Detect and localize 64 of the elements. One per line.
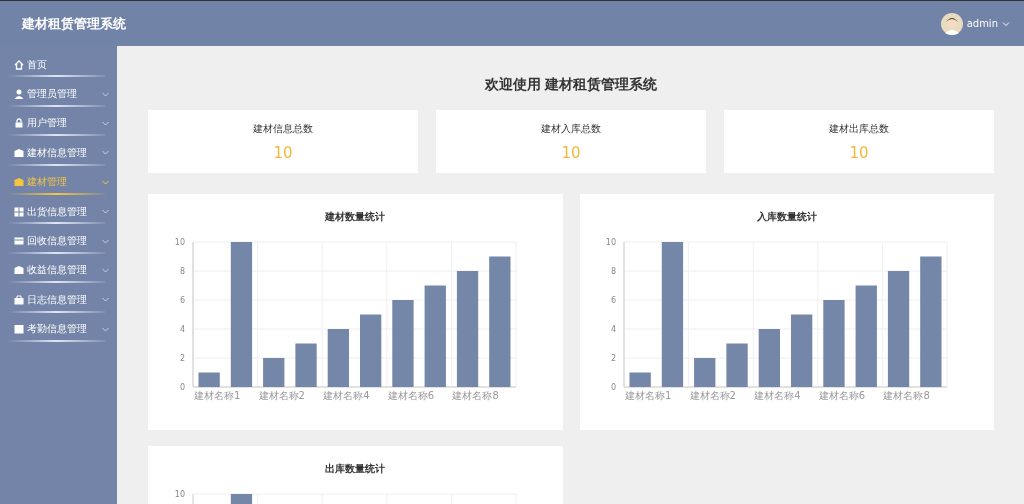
axis-label: 2 bbox=[179, 354, 185, 363]
axis-label: 建材名称2 bbox=[258, 390, 305, 401]
box-icon bbox=[14, 265, 24, 276]
axis-label: 建材名称2 bbox=[689, 390, 737, 401]
sidebar-item[interactable]: 回收信息管理 bbox=[0, 226, 117, 256]
chart-title: 出库数量统计 bbox=[325, 462, 386, 476]
axis-label: 建材名称6 bbox=[819, 390, 866, 401]
axis-label: 建材名称4 bbox=[754, 390, 801, 401]
bar bbox=[327, 329, 349, 387]
bar bbox=[758, 329, 781, 387]
app-title: 建材租赁管理系统 bbox=[22, 14, 126, 33]
axis-label: 2 bbox=[611, 354, 617, 363]
bar bbox=[295, 343, 317, 387]
axis-label: 4 bbox=[611, 325, 617, 334]
axis-label: 建材名称8 bbox=[883, 390, 931, 401]
sidebar-item[interactable]: 首页 bbox=[0, 50, 117, 80]
person-icon bbox=[14, 89, 24, 100]
home-icon bbox=[14, 59, 24, 70]
stat-value: 10 bbox=[273, 143, 293, 162]
axis-label: 6 bbox=[611, 296, 617, 305]
stat-value: 10 bbox=[561, 143, 581, 162]
bar bbox=[198, 372, 220, 387]
chart-title: 入库数量统计 bbox=[756, 210, 817, 224]
caret-icon bbox=[1002, 20, 1010, 27]
sidebar-item[interactable]: 考勤信息管理 bbox=[0, 314, 117, 344]
stat-value: 10 bbox=[849, 143, 869, 162]
welcome-heading: 欢迎使用 建材租赁管理系统 bbox=[483, 76, 659, 94]
sidebar-item[interactable]: 建材信息管理 bbox=[0, 138, 117, 168]
axis-label: 6 bbox=[179, 296, 185, 305]
user-menu[interactable]: admin bbox=[940, 12, 1010, 35]
axis-label: 4 bbox=[179, 325, 185, 334]
avatar-icon bbox=[940, 12, 963, 35]
axis-label: 建材名称6 bbox=[387, 390, 434, 401]
chart-title: 建材数量统计 bbox=[325, 210, 386, 224]
axis-label: 8 bbox=[179, 267, 185, 276]
bag-icon bbox=[14, 294, 24, 305]
axis-label: 0 bbox=[179, 383, 185, 392]
axis-label: 建材名称4 bbox=[322, 390, 370, 401]
bar bbox=[262, 358, 285, 387]
sidebar-item[interactable]: 用户管理 bbox=[0, 108, 117, 139]
sidebar-item[interactable]: 出货信息管理 bbox=[0, 196, 117, 227]
axis-label: 10 bbox=[606, 238, 617, 247]
lock-icon bbox=[14, 118, 24, 129]
sidebar-item[interactable]: 管理员管理 bbox=[0, 79, 117, 109]
axis-label: 建材名称1 bbox=[625, 390, 672, 401]
sidebar-item[interactable]: 建材管理 bbox=[0, 167, 117, 197]
stat-label: 建材出库总数 bbox=[829, 121, 889, 136]
stat-label: 建材入库总数 bbox=[541, 121, 601, 136]
box-icon bbox=[14, 147, 24, 158]
bar bbox=[629, 372, 652, 387]
bar bbox=[694, 358, 716, 387]
axis-label: 0 bbox=[611, 383, 617, 392]
sidebar-item[interactable]: 日志信息管理 bbox=[0, 285, 117, 315]
bar bbox=[726, 343, 748, 387]
card-icon bbox=[14, 236, 24, 247]
stat-label: 建材信息总数 bbox=[253, 121, 313, 136]
axis-label: 建材名称8 bbox=[452, 390, 499, 401]
axis-label: 10 bbox=[174, 490, 185, 499]
sidebar-item[interactable]: 收益信息管理 bbox=[0, 255, 117, 286]
grid-icon bbox=[14, 206, 24, 217]
axis-label: 建材名称1 bbox=[193, 390, 241, 401]
box-icon bbox=[14, 177, 24, 188]
axis-label: 10 bbox=[174, 238, 185, 247]
axis-label: 8 bbox=[611, 267, 617, 276]
